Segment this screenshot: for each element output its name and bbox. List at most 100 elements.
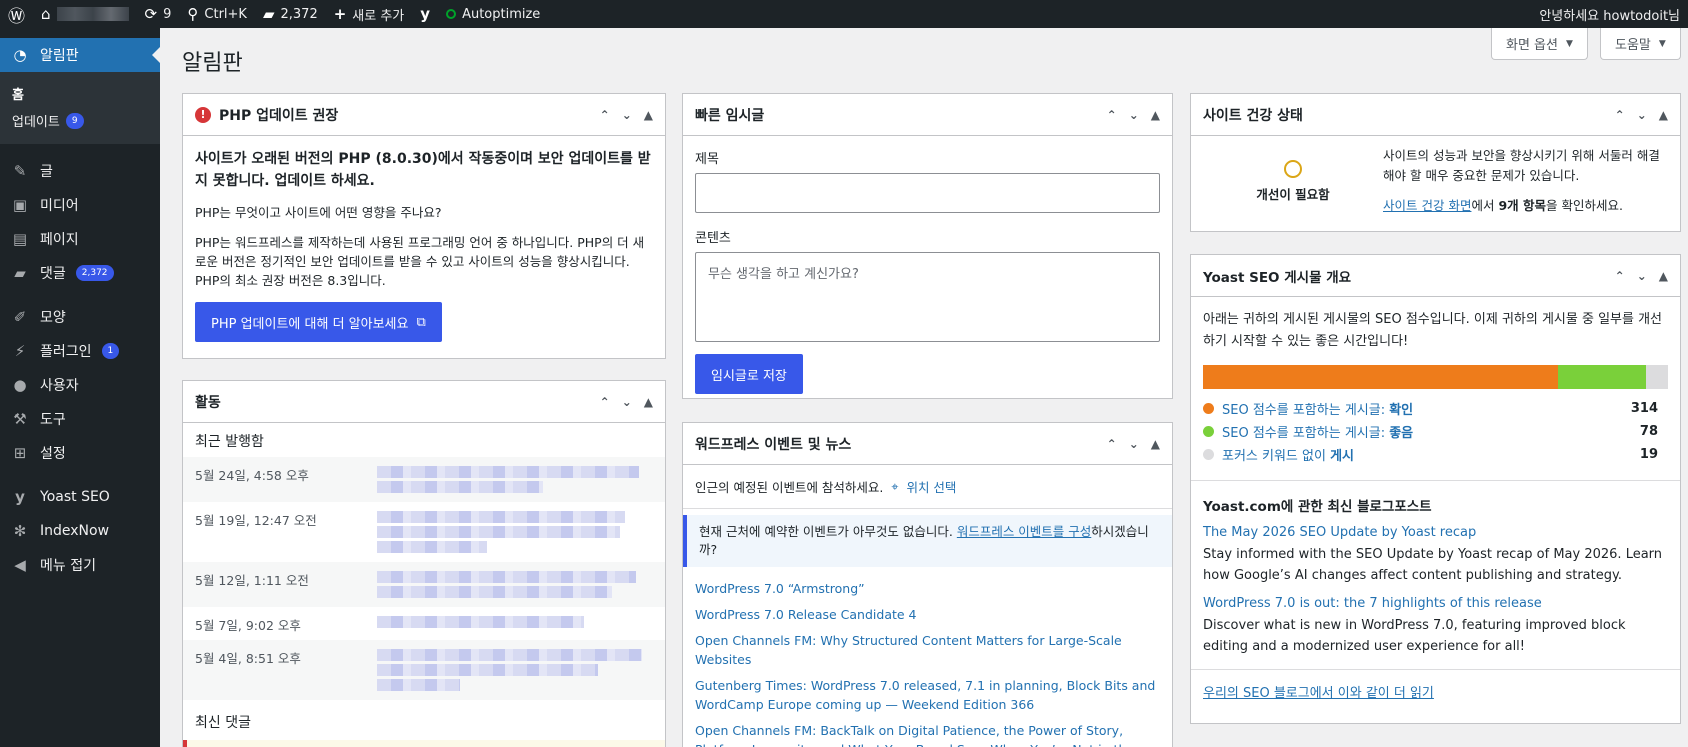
health-status: 개선이 필요함 xyxy=(1203,146,1383,216)
yoast-more-link[interactable]: 우리의 SEO 블로그에서 이와 같이 더 읽기 xyxy=(1203,682,1668,701)
post-title-blurred[interactable] xyxy=(377,463,653,496)
wrench-icon: ⚒ xyxy=(13,410,27,428)
collapse-menu[interactable]: ◀ 메뉴 접기 xyxy=(0,548,160,582)
post-title-blurred[interactable] xyxy=(377,646,653,694)
new-content-link[interactable]: + 새로 추가 xyxy=(326,0,413,28)
toggle-panel-icon[interactable]: ▲ xyxy=(644,108,653,122)
quick-draft-widget: 빠른 임시글 ⌃ ⌄ ▲ 제목 콘텐츠 무슨 생각을 하고 계신가요? 임시글로 저… xyxy=(682,93,1173,399)
health-items-count: 9개 항목 xyxy=(1498,198,1546,213)
post-title-blurred[interactable] xyxy=(377,613,653,634)
php-headline: 사이트가 오래된 버전의 PHP (8.0.30)에서 작동중이며 보안 업데이… xyxy=(195,151,651,189)
post-date: 5월 19일, 12:47 오전 xyxy=(195,513,317,528)
seo-score-legend-row[interactable]: SEO 점수를 포함하는 게시글: 확인 314 xyxy=(1203,397,1668,420)
caret-down-icon: ▼ xyxy=(1658,38,1666,49)
move-down-icon[interactable]: ⌄ xyxy=(622,395,632,409)
menu-users[interactable]: ● 사용자 xyxy=(0,368,160,402)
seo-score-legend: SEO 점수를 포함하는 게시글: 확인 314 SEO 점수를 포함하는 게시글:… xyxy=(1203,397,1668,466)
menu-tools-label: 도구 xyxy=(40,412,66,428)
help-button[interactable]: 도움말 ▼ xyxy=(1600,28,1681,60)
yoast-post-description: Discover what is new in WordPress 7.0, f… xyxy=(1203,618,1626,654)
widget-header: 활동 ⌃ ⌄ ▲ xyxy=(183,381,665,423)
screen-options-button[interactable]: 화면 옵션 ▼ xyxy=(1491,28,1588,60)
toggle-panel-icon[interactable]: ▲ xyxy=(1659,108,1668,122)
organize-event-link[interactable]: 워드프레스 이벤트를 구성 xyxy=(957,524,1091,539)
site-name-link[interactable]: ⌂ xyxy=(33,0,137,28)
news-link[interactable]: WordPress 7.0 “Armstrong” xyxy=(695,579,1160,598)
comments-link[interactable]: ▰ 2,372 xyxy=(255,0,326,28)
menu-posts[interactable]: ✎ 글 xyxy=(0,154,160,188)
news-link[interactable]: Gutenberg Times: WordPress 7.0 released,… xyxy=(695,676,1160,714)
move-up-icon[interactable]: ⌃ xyxy=(1615,108,1625,122)
autoptimize-link[interactable]: Autoptimize xyxy=(438,0,548,28)
menu-settings[interactable]: ⊞ 설정 xyxy=(0,436,160,470)
move-down-icon[interactable]: ⌄ xyxy=(1129,108,1139,122)
draft-title-input[interactable] xyxy=(695,173,1160,213)
toggle-panel-icon[interactable]: ▲ xyxy=(1659,269,1668,283)
move-down-icon[interactable]: ⌄ xyxy=(1129,437,1139,451)
toggle-panel-icon[interactable]: ▲ xyxy=(644,395,653,409)
menu-media[interactable]: ▣ 미디어 xyxy=(0,188,160,222)
widget-header: Yoast SEO 게시물 개요 ⌃ ⌄ ▲ xyxy=(1191,255,1680,297)
move-down-icon[interactable]: ⌄ xyxy=(1637,269,1647,283)
news-link[interactable]: WordPress 7.0 Release Candidate 4 xyxy=(695,605,1160,624)
comment-icon: ▰ xyxy=(262,5,275,23)
yoast-adminbar-link[interactable]: y xyxy=(412,0,438,28)
move-down-icon[interactable]: ⌄ xyxy=(622,108,632,122)
toggle-panel-icon[interactable]: ▲ xyxy=(1151,437,1160,451)
menu-plugins-label: 플러그인 xyxy=(40,344,92,360)
toggle-panel-icon[interactable]: ▲ xyxy=(1151,108,1160,122)
post-title-blurred[interactable] xyxy=(377,508,653,556)
command-palette-link[interactable]: ⚲ Ctrl+K xyxy=(179,0,255,28)
widget-header: 워드프레스 이벤트 및 뉴스 ⌃ ⌄ ▲ xyxy=(683,423,1172,465)
menu-dashboard[interactable]: ◔ 알림판 xyxy=(0,38,160,72)
menu-indexnow[interactable]: ✻ IndexNow xyxy=(0,514,160,548)
user-icon: ● xyxy=(13,376,27,394)
health-link-tail: 을 확인하세요. xyxy=(1546,198,1623,213)
move-up-icon[interactable]: ⌃ xyxy=(600,395,610,409)
account-menu[interactable]: 안녕하세요 howtodoit님 xyxy=(1531,0,1688,28)
site-health-link[interactable]: 사이트 건강 화면 xyxy=(1383,198,1471,213)
news-link[interactable]: Open Channels FM: Why Structured Content… xyxy=(695,631,1160,669)
seo-score-legend-row[interactable]: SEO 점수를 포함하는 게시글: 좋음 78 xyxy=(1203,420,1668,443)
seo-score-link[interactable]: 포커스 키워드 없이 게시 xyxy=(1222,445,1354,464)
move-up-icon[interactable]: ⌃ xyxy=(1615,269,1625,283)
save-draft-button[interactable]: 임시글로 저장 xyxy=(695,354,803,394)
submenu-home[interactable]: 홈 xyxy=(0,80,160,107)
yoast-post: WordPress 7.0 is out: the 7 highlights o… xyxy=(1203,596,1668,657)
menu-plugins[interactable]: ⚡ 플러그인 1 xyxy=(0,334,160,368)
move-down-icon[interactable]: ⌄ xyxy=(1637,108,1647,122)
submenu-updates[interactable]: 업데이트 9 xyxy=(0,107,160,134)
site-name-blurred xyxy=(56,7,129,21)
move-up-icon[interactable]: ⌃ xyxy=(1107,437,1117,451)
php-learn-more-button[interactable]: PHP 업데이트에 대해 더 알아보세요 ⧉ xyxy=(195,302,442,342)
menu-posts-label: 글 xyxy=(40,164,53,180)
draft-content-label: 콘텐츠 xyxy=(695,231,731,246)
list-item: 5월 12일, 1:11 오전 xyxy=(183,562,665,607)
post-title-blurred[interactable] xyxy=(377,568,653,601)
yoast-post-link[interactable]: WordPress 7.0 is out: the 7 highlights o… xyxy=(1203,596,1542,611)
select-location-link[interactable]: 위치 선택 xyxy=(906,477,956,496)
comments-count: 2,372 xyxy=(280,6,318,22)
seo-score-bar-segment xyxy=(1646,365,1668,389)
move-up-icon[interactable]: ⌃ xyxy=(1107,108,1117,122)
menu-appearance[interactable]: ✐ 모양 xyxy=(0,300,160,334)
move-up-icon[interactable]: ⌃ xyxy=(600,108,610,122)
seo-score-bar-segment xyxy=(1203,365,1559,389)
yoast-post-link[interactable]: The May 2026 SEO Update by Yoast recap xyxy=(1203,525,1476,540)
seo-score-link[interactable]: SEO 점수를 포함하는 게시글: 좋음 xyxy=(1222,422,1413,441)
health-status-label: 개선이 필요함 xyxy=(1256,187,1330,202)
seo-score-bar xyxy=(1203,365,1668,389)
site-health-widget: 사이트 건강 상태 ⌃ ⌄ ▲ 개선이 필요함 사이트의 성능과 보안을 향상시키기… xyxy=(1190,93,1681,232)
wordpress-logo-icon[interactable]: Ⓦ xyxy=(0,0,33,28)
updates-link[interactable]: ⟳ 9 xyxy=(137,0,180,28)
help-label: 도움말 xyxy=(1615,38,1651,53)
menu-tools[interactable]: ⚒ 도구 xyxy=(0,402,160,436)
draft-content-textarea[interactable]: 무슨 생각을 하고 계신가요? xyxy=(695,252,1160,342)
news-link[interactable]: Open Channels FM: BackTalk on Digital Pa… xyxy=(695,721,1160,747)
plus-icon: + xyxy=(333,5,347,23)
menu-yoast[interactable]: y Yoast SEO xyxy=(0,480,160,514)
menu-pages[interactable]: ▤ 페이지 xyxy=(0,222,160,256)
seo-score-link[interactable]: SEO 점수를 포함하는 게시글: 확인 xyxy=(1222,399,1413,418)
menu-comments[interactable]: ▰ 댓글 2,372 xyxy=(0,256,160,290)
seo-score-legend-row[interactable]: 포커스 키워드 없이 게시 19 xyxy=(1203,443,1668,466)
